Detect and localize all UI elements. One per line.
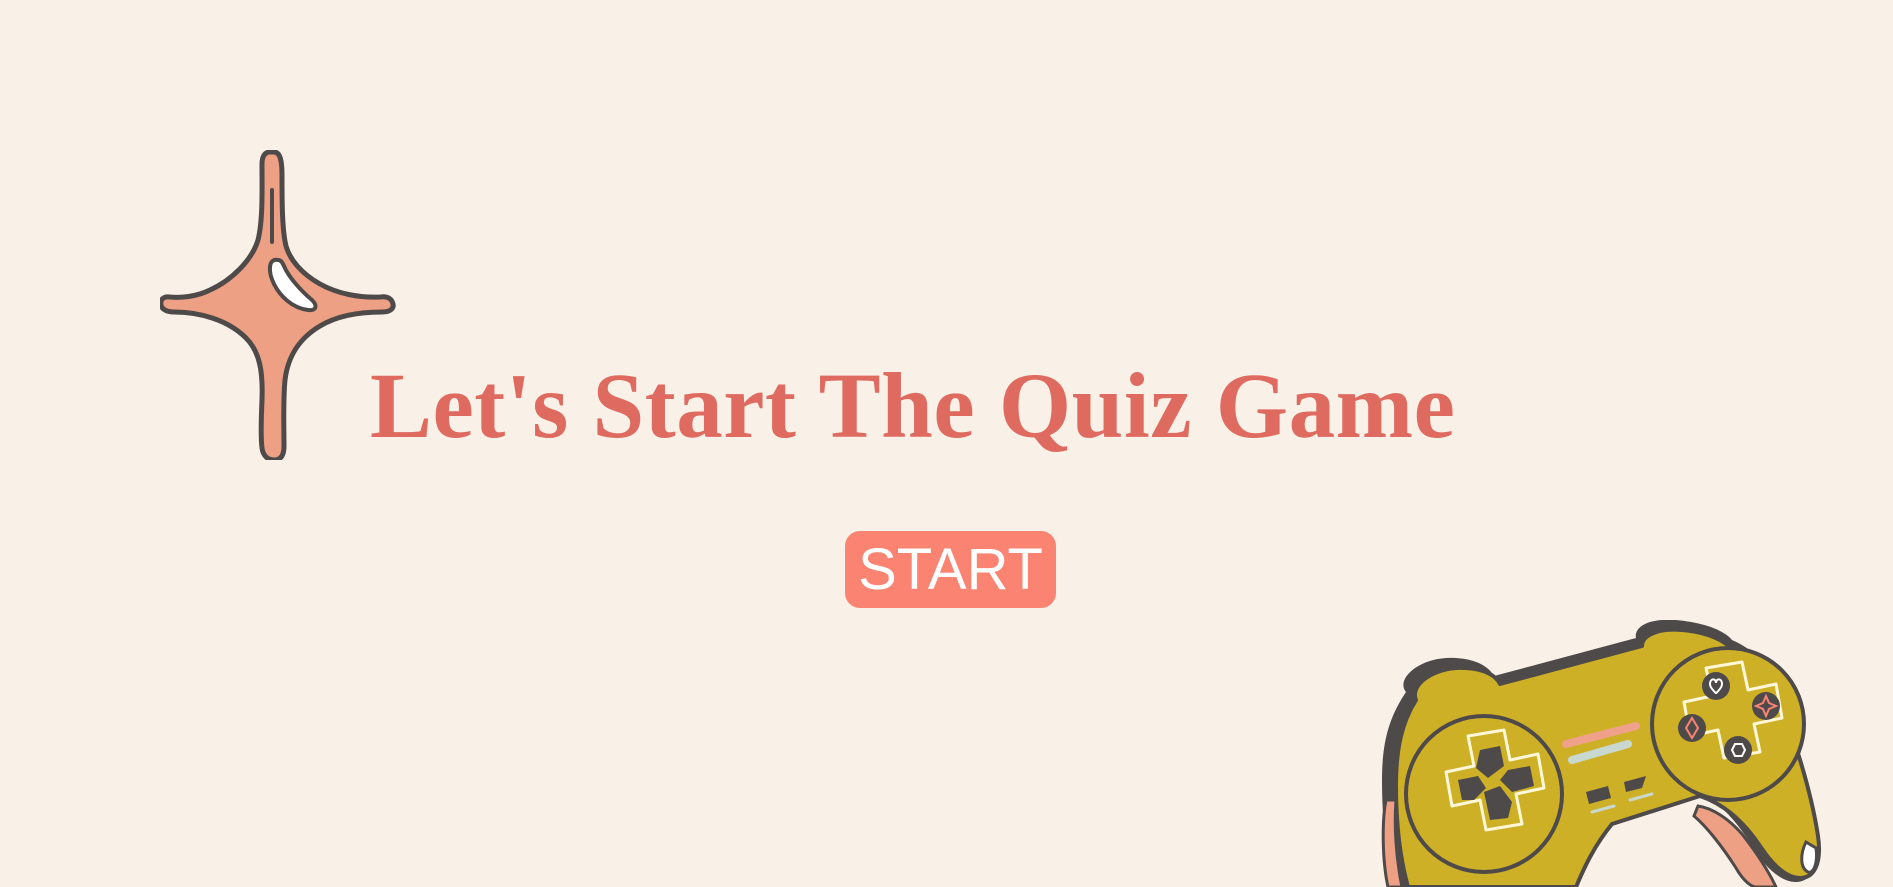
- page-title: Let's Start The Quiz Game: [370, 355, 1456, 458]
- gamepad-icon: [1381, 620, 1821, 887]
- start-button[interactable]: START: [845, 531, 1056, 608]
- sparkle-icon: [160, 150, 396, 460]
- quiz-start-screen: Let's Start The Quiz Game START: [0, 0, 1893, 887]
